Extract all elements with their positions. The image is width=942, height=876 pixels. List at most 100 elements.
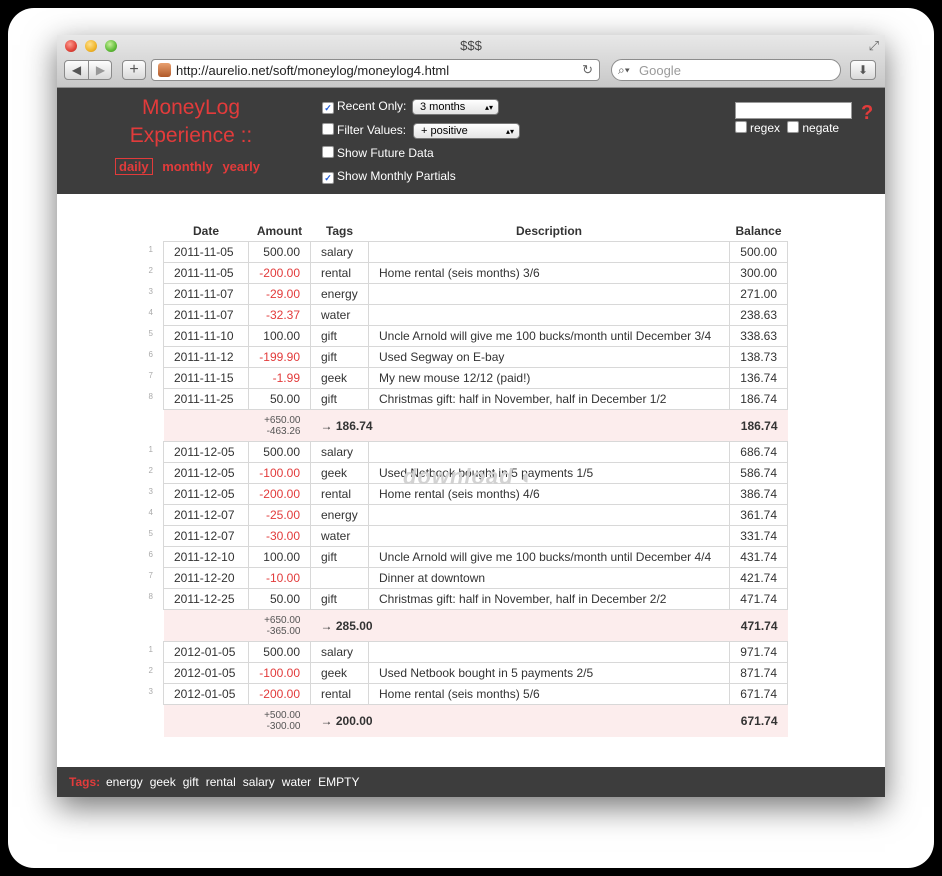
table-row: 1 2011-11-05 500.00 salary 500.00 xyxy=(147,241,788,263)
row-number: 2 xyxy=(148,665,153,675)
row-number: 5 xyxy=(148,528,153,538)
row-tags: rental xyxy=(310,683,369,705)
footer-tag-link[interactable]: rental xyxy=(206,775,236,789)
downloads-button[interactable]: ⬇ xyxy=(850,60,876,80)
row-description xyxy=(368,441,730,463)
view-daily-link[interactable]: daily xyxy=(115,158,153,175)
show-partials-option[interactable]: ✓ Show Monthly Partials xyxy=(322,169,456,184)
row-number: 3 xyxy=(148,686,153,696)
table-row: 1 2011-12-05 500.00 salary 686.74 xyxy=(147,441,788,463)
show-future-checkbox[interactable] xyxy=(322,146,334,158)
reload-icon[interactable]: ↻ xyxy=(582,62,593,78)
footer-tag-link[interactable]: gift xyxy=(183,775,199,789)
row-balance: 671.74 xyxy=(729,683,788,705)
table-row: 5 2011-12-07 -30.00 water 331.74 xyxy=(147,525,788,547)
recent-only-checkbox[interactable]: ✓ xyxy=(322,102,334,114)
row-number: 8 xyxy=(148,591,153,601)
row-amount: -200.00 xyxy=(248,483,311,505)
total-plus-minus: +650.00 -365.00 xyxy=(248,609,311,642)
row-date: 2011-12-25 xyxy=(163,588,249,610)
select-arrow-icon: ▴▾ xyxy=(484,103,493,112)
view-switcher: daily monthly yearly xyxy=(115,158,266,175)
total-balance: 471.74 xyxy=(729,609,788,642)
total-minus: -365.00 xyxy=(266,625,301,637)
help-icon[interactable]: ? xyxy=(861,102,873,125)
row-tags: water xyxy=(310,525,369,547)
monthly-total-row: +650.00 -365.00 → 285.00 471.74 xyxy=(147,609,788,642)
row-tags: geek xyxy=(310,367,369,389)
filter-input[interactable] xyxy=(735,102,852,119)
negate-label: negate xyxy=(802,121,840,135)
row-amount: -1.99 xyxy=(248,367,311,389)
row-date: 2012-01-05 xyxy=(163,641,249,663)
row-amount: -29.00 xyxy=(248,283,311,305)
back-icon[interactable]: ◀ xyxy=(65,61,89,79)
footer-tag-link[interactable]: water xyxy=(282,775,311,789)
row-tags: gift xyxy=(310,325,369,347)
row-number: 7 xyxy=(148,570,153,580)
table-row: 1 2012-01-05 500.00 salary 971.74 xyxy=(147,641,788,663)
app-title-line2: Experience :: xyxy=(129,124,253,147)
show-future-label: Show Future Data xyxy=(337,146,434,160)
table-row: 7 2011-11-15 -1.99 geek My new mouse 12/12 (… xyxy=(147,367,788,389)
show-partials-checkbox[interactable]: ✓ xyxy=(322,172,334,184)
recent-months-select[interactable]: 3 months ▴▾ xyxy=(412,99,499,115)
row-balance: 971.74 xyxy=(729,641,788,663)
row-amount: 50.00 xyxy=(248,588,311,610)
table-row: 7 2011-12-20 -10.00 Dinner at downtown 421.7… xyxy=(147,567,788,589)
amount-header[interactable]: Amount xyxy=(249,220,311,242)
row-balance: 338.63 xyxy=(729,325,788,347)
row-tags: gift xyxy=(310,346,369,368)
row-balance: 271.00 xyxy=(729,283,788,305)
row-tags: salary xyxy=(310,641,369,663)
row-balance: 500.00 xyxy=(729,241,788,263)
row-date: 2011-11-15 xyxy=(163,367,249,389)
row-tags: rental xyxy=(310,483,369,505)
balance-header[interactable]: Balance xyxy=(730,220,788,242)
row-number: 2 xyxy=(148,465,153,475)
row-balance: 386.74 xyxy=(729,483,788,505)
row-number: 3 xyxy=(148,486,153,496)
row-amount: 500.00 xyxy=(248,241,311,263)
add-bookmark-button[interactable]: + xyxy=(122,60,146,80)
view-yearly-link[interactable]: yearly xyxy=(222,159,260,174)
row-number: 8 xyxy=(148,391,153,401)
filter-values-option[interactable]: Filter Values: xyxy=(322,123,406,137)
forward-icon[interactable]: ▶ xyxy=(89,61,112,79)
row-balance: 300.00 xyxy=(729,262,788,284)
row-description xyxy=(368,641,730,663)
footer-tag-link[interactable]: salary xyxy=(243,775,275,789)
row-date: 2011-12-05 xyxy=(163,441,249,463)
filter-values-select[interactable]: + positive ▴▾ xyxy=(413,123,520,139)
url-field[interactable]: http://aurelio.net/soft/moneylog/moneylo… xyxy=(151,59,600,81)
row-amount: -200.00 xyxy=(248,262,311,284)
description-header[interactable]: Description xyxy=(369,220,730,242)
row-description xyxy=(368,241,730,263)
row-tags: salary xyxy=(310,241,369,263)
date-header[interactable]: Date xyxy=(164,220,249,242)
row-number: 6 xyxy=(148,549,153,559)
footer-tag-link[interactable]: EMPTY xyxy=(318,775,359,789)
row-amount: -30.00 xyxy=(248,525,311,547)
regex-checkbox[interactable] xyxy=(735,121,747,133)
arrow-icon: → xyxy=(320,713,336,728)
footer-tag-link[interactable]: energy xyxy=(106,775,143,789)
tags-header[interactable]: Tags xyxy=(311,220,369,242)
show-future-option[interactable]: Show Future Data xyxy=(322,146,434,160)
negate-checkbox[interactable] xyxy=(787,121,800,133)
fullscreen-icon[interactable]: ⤢ xyxy=(869,38,879,54)
row-description: Home rental (seis months) 3/6 xyxy=(368,262,730,284)
recent-only-option[interactable]: ✓ Recent Only: xyxy=(322,99,406,114)
recent-months-value: 3 months xyxy=(420,101,466,113)
row-number: 6 xyxy=(148,349,153,359)
filter-values-checkbox[interactable] xyxy=(322,123,334,135)
search-field[interactable]: ⌕▾ Google xyxy=(611,59,841,81)
row-number: 7 xyxy=(148,370,153,380)
row-description: Used Netbook bought in 5 payments 2/5 xyxy=(368,662,730,684)
row-tags: gift xyxy=(310,388,369,410)
view-monthly-link[interactable]: monthly xyxy=(162,159,213,174)
row-number: 3 xyxy=(148,286,153,296)
footer-tag-link[interactable]: geek xyxy=(150,775,176,789)
row-number: 1 xyxy=(148,244,153,254)
row-description: Uncle Arnold will give me 100 bucks/mont… xyxy=(368,546,730,568)
